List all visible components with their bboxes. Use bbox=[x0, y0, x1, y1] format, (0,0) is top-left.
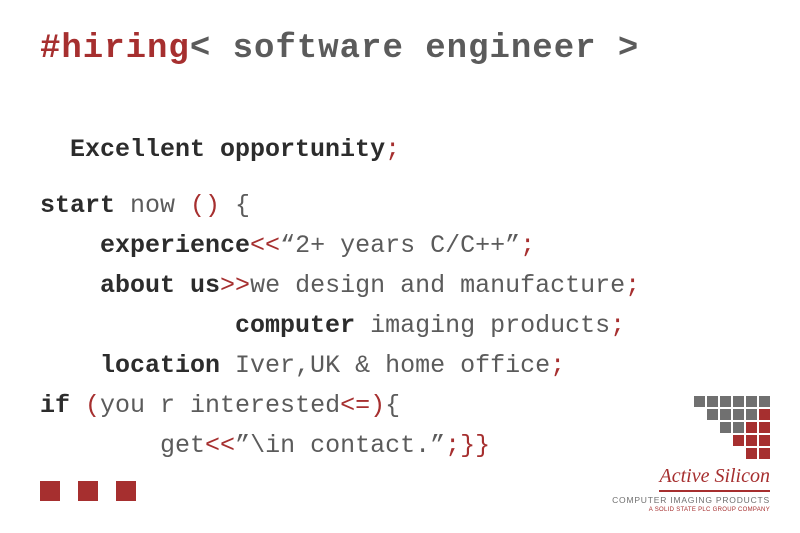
code-line-start: start now () { bbox=[40, 186, 760, 226]
kw-about: about us bbox=[100, 271, 220, 300]
indent bbox=[40, 351, 100, 380]
quote-close: ” bbox=[505, 231, 520, 260]
location-value: Iver,UK & home office bbox=[220, 351, 550, 380]
kw-start: start bbox=[40, 191, 115, 220]
semicolon: ; bbox=[520, 231, 535, 260]
txt-now: now bbox=[115, 191, 190, 220]
indent bbox=[40, 311, 235, 340]
logo-grid-icon bbox=[590, 396, 770, 459]
code-line-computer: computer imaging products; bbox=[40, 306, 760, 346]
quote: ” bbox=[235, 431, 250, 460]
brand-subtag: A SOLID STATE PLC GROUP COMPANY bbox=[590, 507, 770, 513]
dot-icon bbox=[116, 481, 136, 501]
angle-gt: > bbox=[618, 30, 639, 68]
page-title: #hiring< software engineer > bbox=[40, 30, 760, 68]
braces-close: }} bbox=[460, 431, 490, 460]
op-ltlt: << bbox=[205, 431, 235, 460]
code-line-location: location Iver,UK & home office; bbox=[40, 346, 760, 386]
kw-get: get bbox=[160, 431, 205, 460]
indent bbox=[40, 431, 160, 460]
indent bbox=[40, 231, 100, 260]
contact-text: \in contact. bbox=[250, 431, 430, 460]
brand-tagline: COMPUTER IMAGING PRODUCTS bbox=[590, 495, 770, 505]
parens: () bbox=[190, 191, 220, 220]
dot-icon bbox=[78, 481, 98, 501]
brand-name: Active Silicon bbox=[659, 465, 770, 492]
kw-if: if bbox=[40, 391, 85, 420]
indent bbox=[40, 271, 100, 300]
hashtag: #hiring bbox=[40, 30, 190, 68]
code-line-experience: experience<<“2+ years C/C++”; bbox=[40, 226, 760, 266]
experience-value: 2+ years C/C++ bbox=[295, 231, 505, 260]
semicolon: ; bbox=[610, 311, 625, 340]
brace-open: { bbox=[220, 191, 250, 220]
about-value: we design and manufacture bbox=[250, 271, 625, 300]
code-line-about: about us>>we design and manufacture; bbox=[40, 266, 760, 306]
title-text: software engineer bbox=[211, 30, 618, 68]
subheading: Excellent opportunity; bbox=[40, 90, 760, 170]
subhead-text: Excellent opportunity bbox=[70, 135, 385, 164]
kw-computer: computer bbox=[235, 311, 355, 340]
paren-close: ) bbox=[370, 391, 385, 420]
condition-text: you r interested bbox=[100, 391, 340, 420]
dot-icon bbox=[40, 481, 60, 501]
semicolon: ; bbox=[385, 135, 400, 164]
quote-open: “ bbox=[280, 231, 295, 260]
angle-lt: < bbox=[190, 30, 211, 68]
ellipsis-dots bbox=[40, 481, 136, 501]
brace-open: { bbox=[385, 391, 400, 420]
kw-location: location bbox=[100, 351, 220, 380]
semicolon: ; bbox=[625, 271, 640, 300]
semicolon: ; bbox=[445, 431, 460, 460]
imaging-text: imaging products bbox=[355, 311, 610, 340]
semicolon: ; bbox=[550, 351, 565, 380]
company-logo: Active Silicon COMPUTER IMAGING PRODUCTS… bbox=[590, 396, 770, 513]
op-lteq: <= bbox=[340, 391, 370, 420]
paren-open: ( bbox=[85, 391, 100, 420]
op-ltlt: << bbox=[250, 231, 280, 260]
quote: ” bbox=[430, 431, 445, 460]
op-gtgt: >> bbox=[220, 271, 250, 300]
kw-experience: experience bbox=[100, 231, 250, 260]
